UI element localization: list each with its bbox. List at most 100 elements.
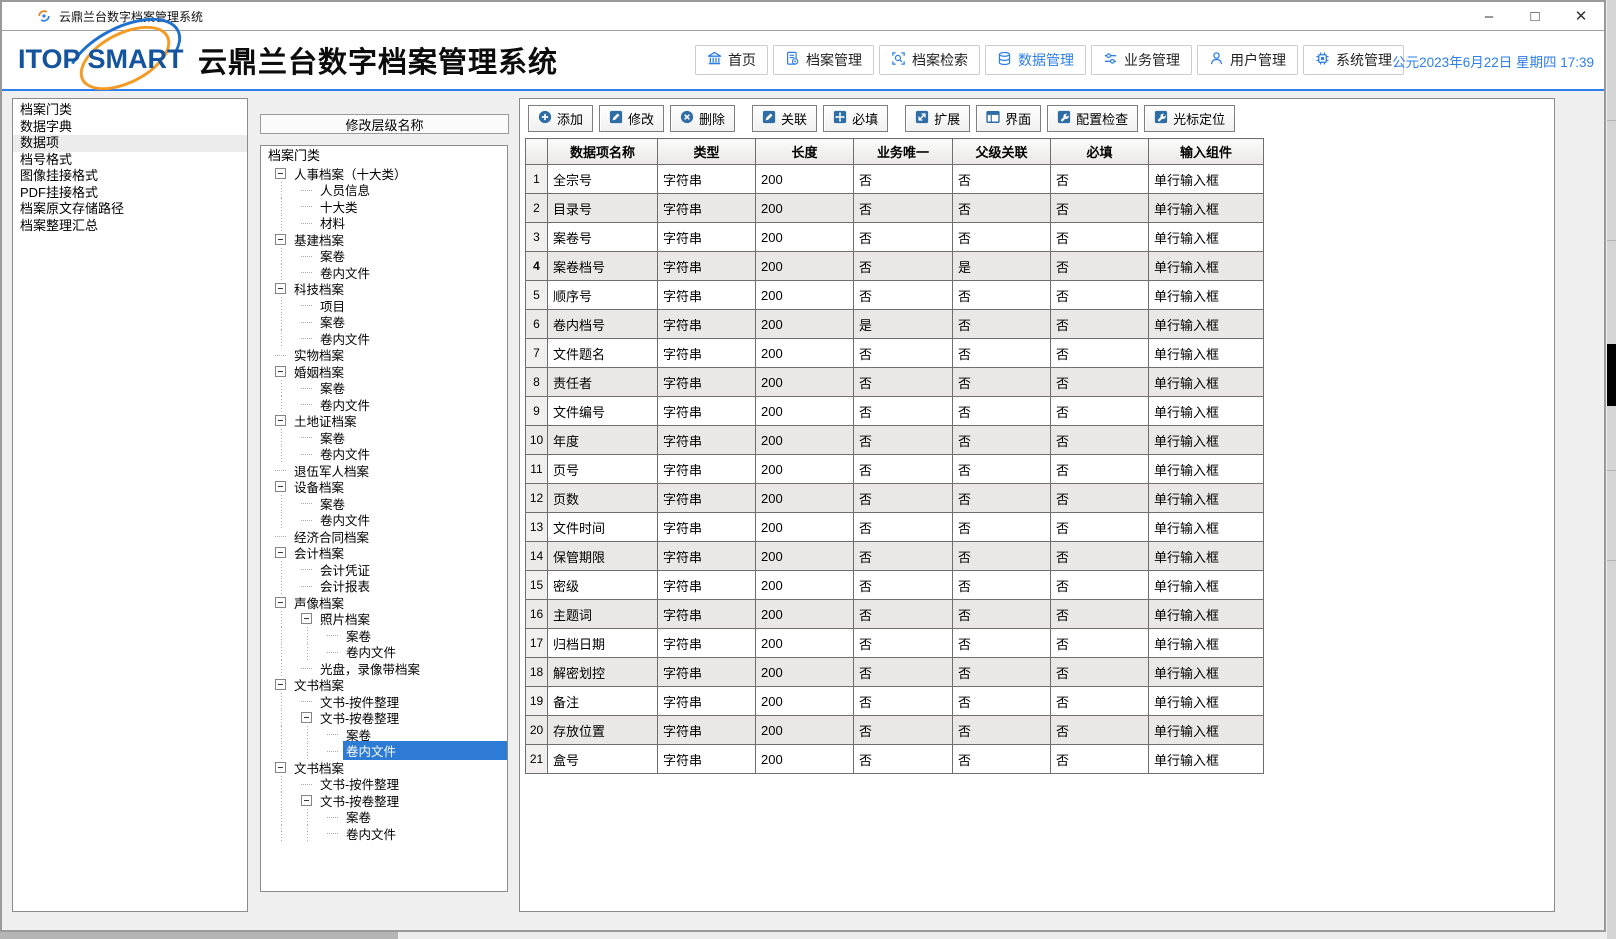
tree-node[interactable]: 设备档案 [261, 479, 507, 496]
tree-node[interactable]: 项目 [261, 297, 507, 314]
collapse-minus-icon[interactable] [275, 597, 286, 608]
row-number[interactable]: 5 [526, 281, 548, 310]
row-number[interactable]: 1 [526, 165, 548, 194]
toolbar-button[interactable]: 添加 [528, 105, 593, 132]
tree-node[interactable]: 会计报表 [261, 578, 507, 595]
tree-node[interactable]: 基建档案 [261, 231, 507, 248]
sidebar-item[interactable]: 数据字典 [13, 119, 247, 136]
tree-node[interactable]: 案卷 [261, 314, 507, 331]
toolbar-button[interactable]: 删除 [670, 105, 735, 132]
table-row[interactable]: 16主题词字符串200否否否单行输入框 [526, 600, 1264, 629]
collapse-minus-icon[interactable] [275, 283, 286, 294]
collapse-minus-icon[interactable] [275, 234, 286, 245]
tree-node[interactable]: 退伍军人档案 [261, 462, 507, 479]
collapse-minus-icon[interactable] [275, 415, 286, 426]
collapse-minus-icon[interactable] [275, 168, 286, 179]
table-row[interactable]: 18解密划控字符串200否否否单行输入框 [526, 658, 1264, 687]
column-header[interactable]: 业务唯一 [854, 139, 953, 165]
nav-button[interactable]: 档案管理 [773, 45, 874, 75]
row-number[interactable]: 21 [526, 745, 548, 774]
tree-node[interactable]: 经济合同档案 [261, 528, 507, 545]
row-number[interactable]: 15 [526, 571, 548, 600]
tree-node[interactable]: 案卷 [261, 809, 507, 826]
table-row[interactable]: 10年度字符串200否否否单行输入框 [526, 426, 1264, 455]
toolbar-button[interactable]: 界面 [976, 105, 1041, 132]
row-number[interactable]: 12 [526, 484, 548, 513]
row-number[interactable]: 9 [526, 397, 548, 426]
table-row[interactable]: 7文件题名字符串200否否否单行输入框 [526, 339, 1264, 368]
row-number[interactable]: 16 [526, 600, 548, 629]
tree-node[interactable]: 土地证档案 [261, 413, 507, 430]
toolbar-button[interactable]: 必填 [823, 105, 888, 132]
tree-node[interactable]: 卷内文件 [261, 330, 507, 347]
table-row[interactable]: 13文件时间字符串200否否否单行输入框 [526, 513, 1264, 542]
minimize-button[interactable]: – [1466, 2, 1512, 30]
collapse-minus-icon[interactable] [275, 679, 286, 690]
table-row[interactable]: 5顺序号字符串200否否否单行输入框 [526, 281, 1264, 310]
row-number[interactable]: 10 [526, 426, 548, 455]
toolbar-button[interactable]: 关联 [752, 105, 817, 132]
row-number[interactable]: 4 [526, 252, 548, 281]
column-header[interactable]: 输入组件 [1149, 139, 1264, 165]
collapse-minus-icon[interactable] [275, 481, 286, 492]
tree-node[interactable]: 案卷 [261, 726, 507, 743]
column-header[interactable]: 长度 [756, 139, 854, 165]
tree-node[interactable]: 卷内文件 [261, 825, 507, 842]
collapse-minus-icon[interactable] [301, 795, 312, 806]
column-header[interactable]: 必填 [1051, 139, 1149, 165]
collapse-minus-icon[interactable] [275, 762, 286, 773]
nav-button[interactable]: 用户管理 [1197, 45, 1298, 75]
table-row[interactable]: 4案卷档号字符串200否是否单行输入框 [526, 252, 1264, 281]
toolbar-button[interactable]: 配置检查 [1047, 105, 1138, 132]
table-row[interactable]: 14保管期限字符串200否否否单行输入框 [526, 542, 1264, 571]
table-row[interactable]: 21盒号字符串200否否否单行输入框 [526, 745, 1264, 774]
tree-node[interactable]: 文书档案 [261, 677, 507, 694]
row-number[interactable]: 14 [526, 542, 548, 571]
tree-node[interactable]: 会计档案 [261, 545, 507, 562]
toolbar-button[interactable]: 光标定位 [1144, 105, 1235, 132]
row-number[interactable]: 6 [526, 310, 548, 339]
nav-button[interactable]: 首页 [695, 45, 768, 75]
tree-node[interactable]: 婚姻档案 [261, 363, 507, 380]
tree-node[interactable]: 光盘，录像带档案 [261, 660, 507, 677]
row-number[interactable]: 7 [526, 339, 548, 368]
tree-node[interactable]: 案卷 [261, 627, 507, 644]
tree-node[interactable]: 声像档案 [261, 594, 507, 611]
nav-button[interactable]: 系统管理 [1303, 45, 1404, 75]
row-number[interactable]: 11 [526, 455, 548, 484]
tree-node[interactable]: 文书-按件整理 [261, 693, 507, 710]
tree-node[interactable]: 卷内文件 [261, 446, 507, 463]
sidebar-item[interactable]: 图像挂接格式 [13, 168, 247, 185]
tree-node[interactable]: 文书-按卷整理 [261, 792, 507, 809]
nav-button[interactable]: 数据管理 [985, 45, 1086, 75]
table-row[interactable]: 15密级字符串200否否否单行输入框 [526, 571, 1264, 600]
tree-node[interactable]: 科技档案 [261, 281, 507, 298]
sidebar-item[interactable]: 档案原文存储路径 [13, 201, 247, 218]
tree-node[interactable]: 文书-按件整理 [261, 776, 507, 793]
toolbar-button[interactable]: 扩展 [905, 105, 970, 132]
tree-node[interactable]: 案卷 [261, 429, 507, 446]
table-row[interactable]: 9文件编号字符串200否否否单行输入框 [526, 397, 1264, 426]
table-row[interactable]: 20存放位置字符串200否否否单行输入框 [526, 716, 1264, 745]
column-header[interactable]: 父级关联 [953, 139, 1051, 165]
tree-node[interactable]: 卷内文件 [261, 512, 507, 529]
tree-node[interactable]: 案卷 [261, 248, 507, 265]
table-row[interactable]: 8责任者字符串200否否否单行输入框 [526, 368, 1264, 397]
tree-node[interactable]: 卷内文件 [261, 264, 507, 281]
table-row[interactable]: 2目录号字符串200否否否单行输入框 [526, 194, 1264, 223]
collapse-minus-icon[interactable] [301, 712, 312, 723]
row-number[interactable]: 2 [526, 194, 548, 223]
table-row[interactable]: 6卷内档号字符串200是否否单行输入框 [526, 310, 1264, 339]
collapse-minus-icon[interactable] [275, 366, 286, 377]
sidebar-item[interactable]: 档案整理汇总 [13, 218, 247, 235]
table-row[interactable]: 17归档日期字符串200否否否单行输入框 [526, 629, 1264, 658]
tree-node[interactable]: 文书档案 [261, 759, 507, 776]
tree-node[interactable]: 案卷 [261, 495, 507, 512]
tree-node[interactable]: 文书-按卷整理 [261, 710, 507, 727]
column-header[interactable]: 类型 [658, 139, 756, 165]
row-number[interactable]: 20 [526, 716, 548, 745]
table-row[interactable]: 12页数字符串200否否否单行输入框 [526, 484, 1264, 513]
tree-node[interactable]: 卷内文件 [261, 743, 507, 760]
tree-node[interactable]: 会计凭证 [261, 561, 507, 578]
collapse-minus-icon[interactable] [301, 613, 312, 624]
